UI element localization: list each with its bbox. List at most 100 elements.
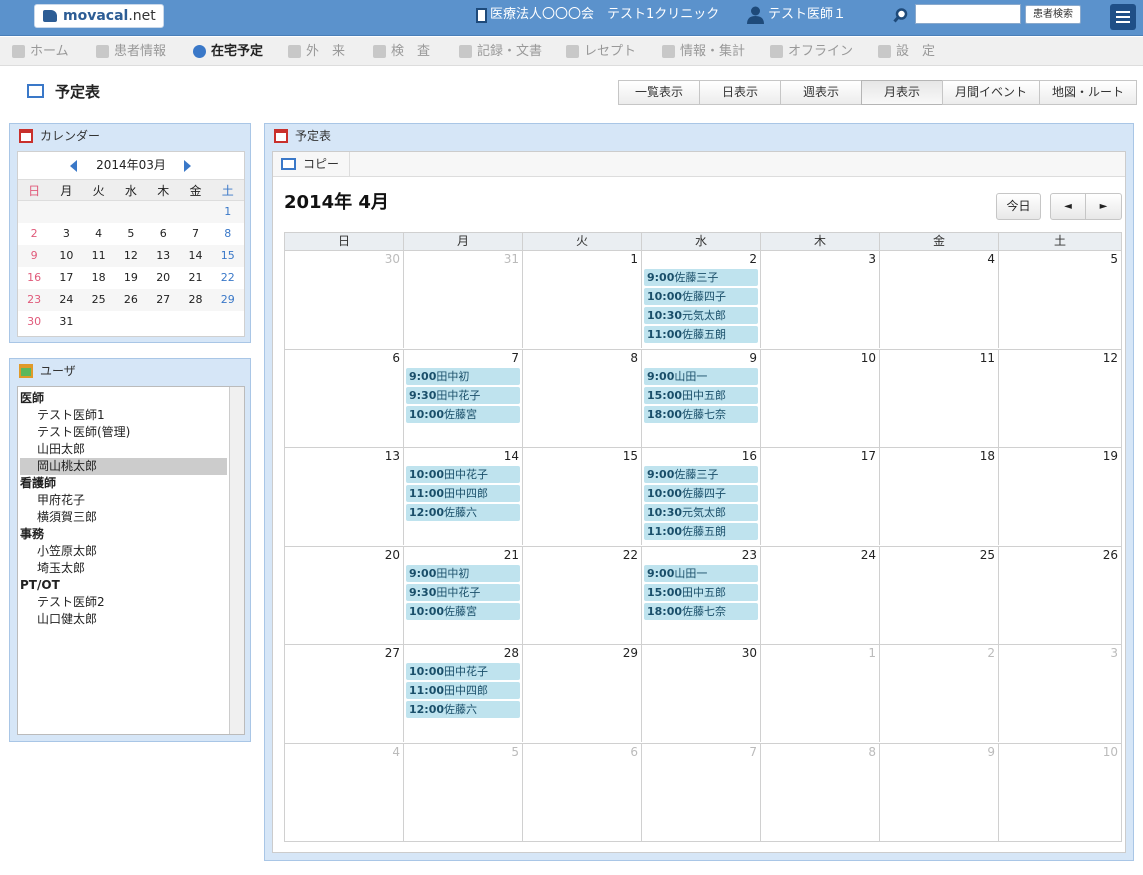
schedule-event[interactable]: 15:00田中五郎	[644, 583, 758, 601]
mini-calendar-day[interactable]: 14	[179, 245, 212, 267]
day-cell[interactable]: 1	[523, 251, 642, 348]
next-month-button[interactable]: ►	[1085, 193, 1122, 220]
schedule-event[interactable]: 18:00佐藤七奈	[644, 602, 758, 620]
schedule-event[interactable]: 9:00田中初	[406, 367, 520, 385]
day-cell[interactable]: 23 9:00山田一 15:00田中五郎 18:00佐藤七奈	[642, 546, 761, 644]
tab-week-view[interactable]: 週表示	[780, 80, 862, 105]
schedule-event[interactable]: 9:00佐藤三子	[644, 269, 758, 286]
user-list-item[interactable]: テスト医師2	[20, 594, 227, 611]
user-listbox[interactable]: 医師 テスト医師1 テスト医師(管理) 山田太郎 岡山桃太郎 看護師 甲府花子 横須賀三郎 事務…	[17, 386, 245, 735]
mini-calendar-day[interactable]: 3	[50, 223, 82, 245]
user-list-item[interactable]: テスト医師(管理)	[20, 424, 227, 441]
mini-calendar-day[interactable]: 9	[18, 245, 51, 267]
mini-calendar-day[interactable]: 25	[82, 289, 115, 311]
schedule-event[interactable]: 15:00田中五郎	[644, 386, 758, 404]
user-list-item[interactable]: テスト医師1	[20, 407, 227, 424]
schedule-event[interactable]: 9:00山田一	[644, 367, 758, 385]
day-cell[interactable]: 10	[761, 349, 880, 447]
day-cell[interactable]: 15	[523, 448, 642, 545]
day-cell[interactable]: 5	[404, 743, 523, 841]
mini-calendar-day[interactable]: 26	[114, 289, 148, 311]
mini-calendar-day[interactable]: 20	[147, 267, 179, 289]
schedule-event[interactable]: 10:30元気太郎	[644, 307, 758, 324]
day-cell[interactable]: 8	[761, 743, 880, 841]
schedule-event[interactable]: 9:00田中初	[406, 564, 520, 582]
user-list-item[interactable]: 山口健太郎	[20, 611, 227, 628]
mini-calendar-day[interactable]: 30	[18, 311, 50, 333]
mini-calendar-day[interactable]: 24	[50, 289, 83, 311]
day-cell[interactable]: 4	[285, 743, 404, 841]
mini-calendar-day[interactable]: 13	[147, 245, 180, 267]
user-list-item[interactable]: 埼玉太郎	[20, 560, 227, 577]
day-cell[interactable]: 9 9:00山田一 15:00田中五郎 18:00佐藤七奈	[642, 349, 761, 447]
day-cell[interactable]: 30	[285, 251, 404, 348]
patient-search-input[interactable]	[915, 4, 1021, 24]
day-cell[interactable]: 18	[880, 448, 999, 545]
day-cell[interactable]: 4	[880, 251, 999, 348]
day-cell[interactable]: 10	[999, 744, 1121, 841]
mini-calendar-day[interactable]: 16	[18, 267, 50, 289]
search-icon[interactable]	[893, 8, 908, 23]
day-cell[interactable]: 14 10:00田中花子 11:00田中四郎 12:00佐藤六	[404, 448, 523, 545]
day-cell[interactable]: 30	[642, 645, 761, 742]
day-cell[interactable]: 7	[642, 743, 761, 841]
nav-outpatient[interactable]: 外 来	[288, 37, 345, 66]
tab-map-route[interactable]: 地図・ルート	[1039, 80, 1137, 105]
mini-calendar-day[interactable]: 29	[211, 289, 244, 311]
day-cell[interactable]: 2 9:00佐藤三子 10:00佐藤四子 10:30元気太郎 11:00佐藤五朗	[642, 251, 761, 348]
schedule-event[interactable]: 10:00佐藤四子	[644, 288, 758, 305]
nav-info-stats[interactable]: 情報・集計	[662, 37, 745, 66]
mini-calendar-day[interactable]: 2	[18, 223, 50, 245]
mini-calendar-day[interactable]: 19	[115, 267, 147, 289]
day-cell[interactable]: 21 9:00田中初 9:30田中花子 10:00佐藤宮	[404, 546, 523, 644]
prev-month-arrow-icon[interactable]	[70, 160, 77, 172]
day-cell[interactable]: 7 9:00田中初 9:30田中花子 10:00佐藤宮	[404, 349, 523, 447]
mini-calendar-day[interactable]: 8	[212, 223, 244, 245]
user-list-item[interactable]: 甲府花子	[20, 492, 227, 509]
schedule-event[interactable]: 9:00佐藤三子	[644, 466, 758, 483]
schedule-event[interactable]: 10:00佐藤宮	[406, 405, 520, 423]
day-cell[interactable]: 22	[523, 546, 642, 644]
day-cell[interactable]: 16 9:00佐藤三子 10:00佐藤四子 10:30元気太郎 11:00佐藤五朗	[642, 448, 761, 545]
tab-list-view[interactable]: 一覧表示	[618, 80, 700, 105]
tab-monthly-events[interactable]: 月間イベント	[942, 80, 1040, 105]
nav-patients[interactable]: 患者情報	[96, 37, 166, 66]
next-month-arrow-icon[interactable]	[184, 160, 191, 172]
day-cell[interactable]: 6	[523, 743, 642, 841]
patient-search-button[interactable]: 患者検索	[1025, 5, 1081, 24]
schedule-event[interactable]: 18:00佐藤七奈	[644, 405, 758, 423]
mini-calendar-day[interactable]: 31	[50, 311, 82, 333]
mini-calendar-day[interactable]: 5	[115, 223, 147, 245]
user-list-scrollbar[interactable]	[229, 387, 244, 734]
day-cell[interactable]: 13	[285, 448, 404, 545]
mini-calendar-day[interactable]: 10	[50, 245, 83, 267]
mini-calendar-day[interactable]: 11	[82, 245, 115, 267]
day-cell[interactable]: 6	[285, 349, 404, 447]
day-cell[interactable]: 17	[761, 448, 880, 545]
prev-month-button[interactable]: ◄	[1050, 193, 1086, 220]
day-cell[interactable]: 28 10:00田中花子 11:00田中四郎 12:00佐藤六	[404, 645, 523, 742]
day-cell[interactable]: 19	[999, 448, 1121, 545]
app-logo[interactable]: movacal.net	[34, 4, 164, 28]
schedule-event[interactable]: 10:00佐藤宮	[406, 602, 520, 620]
mini-calendar-day[interactable]: 1	[211, 201, 244, 223]
user-list-item[interactable]: 岡山桃太郎	[20, 458, 227, 475]
user-group-heading[interactable]: 医師	[20, 390, 227, 407]
schedule-event[interactable]: 9:00山田一	[644, 564, 758, 582]
mini-calendar-day[interactable]: 17	[50, 267, 82, 289]
schedule-event[interactable]: 10:30元気太郎	[644, 504, 758, 521]
mini-calendar-day[interactable]: 4	[83, 223, 115, 245]
schedule-event[interactable]: 12:00佐藤六	[406, 504, 520, 521]
schedule-event[interactable]: 11:00田中四郎	[406, 682, 520, 699]
mini-calendar-day[interactable]: 21	[179, 267, 211, 289]
day-cell[interactable]: 25	[880, 546, 999, 644]
tab-day-view[interactable]: 日表示	[699, 80, 781, 105]
nav-records[interactable]: 記録・文書	[459, 37, 542, 66]
nav-exam[interactable]: 検 査	[373, 37, 430, 66]
day-cell[interactable]: 12	[999, 350, 1121, 447]
nav-settings[interactable]: 設 定	[878, 37, 935, 66]
day-cell[interactable]: 9	[880, 743, 999, 841]
schedule-event[interactable]: 11:00佐藤五朗	[644, 523, 758, 540]
day-cell[interactable]: 2	[880, 645, 999, 742]
nav-receipt[interactable]: レセプト	[566, 37, 636, 66]
